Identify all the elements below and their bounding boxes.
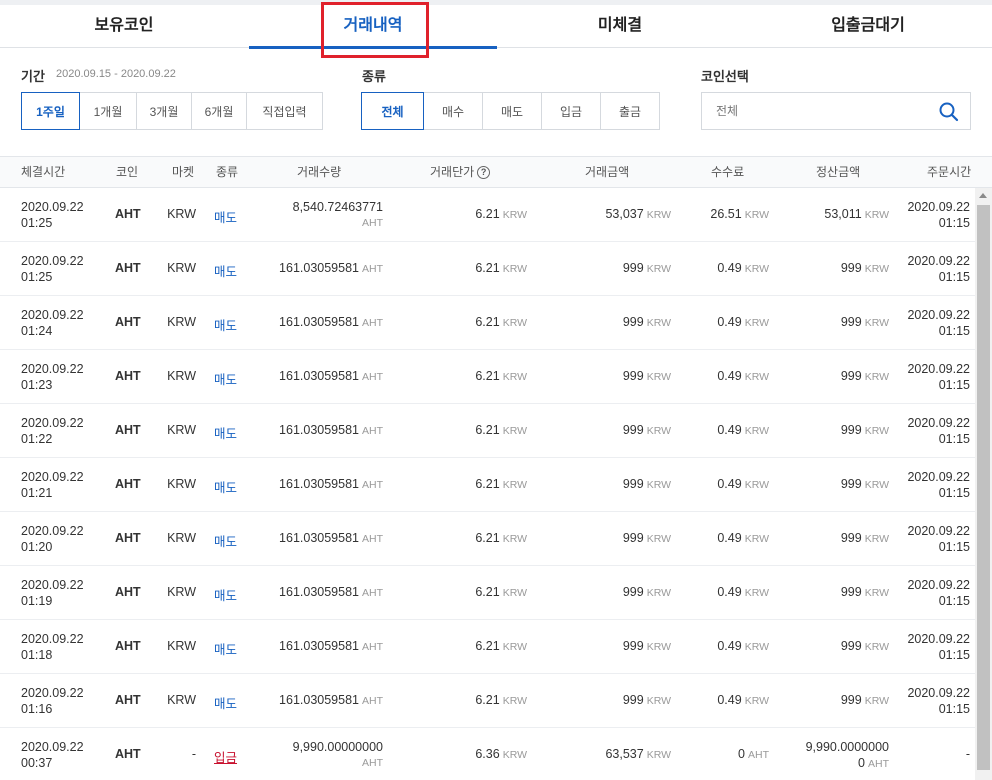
tab-open-orders[interactable]: 미체결 [496, 5, 744, 47]
period-label: 기간 [21, 69, 45, 84]
order-date: 2020.09.22 [907, 686, 970, 700]
order-time: 01:15 [938, 486, 970, 500]
order-time-cell: 2020.09.22 01:15 [0, 307, 970, 339]
period-3month-button[interactable]: 3개월 [136, 92, 192, 130]
period-6month-button[interactable]: 6개월 [191, 92, 247, 130]
period-button-group: 1주일 1개월 3개월 6개월 직접입력 [21, 92, 323, 130]
col-unit-price: 거래단가 [430, 165, 475, 179]
order-time-cell: - [965, 747, 970, 761]
table-row[interactable]: 2020.09.22 01:24 AHT KRW 매도 161.03059581 AHT 6.… [0, 296, 975, 350]
order-date: 2020.09.22 [907, 578, 970, 592]
order-time-cell: 2020.09.22 01:15 [0, 253, 970, 285]
scrollbar-thumb[interactable] [977, 205, 990, 770]
col-settlement: 정산금액 [816, 165, 861, 179]
table-row[interactable]: 2020.09.22 01:16 AHT KRW 매도 161.03059581 AHT 6.… [0, 674, 975, 728]
order-time-cell: 2020.09.22 01:15 [0, 469, 970, 501]
order-time-cell: 2020.09.22 01:15 [0, 685, 970, 717]
period-custom-button[interactable]: 직접입력 [246, 92, 323, 130]
coin-search-input[interactable] [702, 93, 932, 129]
order-time: 01:15 [938, 216, 970, 230]
order-time: 01:15 [938, 324, 970, 338]
coin-search-box [701, 92, 971, 130]
order-date: 2020.09.22 [907, 308, 970, 322]
table-row[interactable]: 2020.09.22 01:20 AHT KRW 매도 161.03059581 AHT 6.… [0, 512, 975, 566]
order-time: 01:15 [938, 270, 970, 284]
period-range: 2020.09.15 - 2020.09.22 [56, 68, 176, 80]
type-deposit-button[interactable]: 입금 [541, 92, 601, 130]
order-time-cell: 2020.09.22 01:15 [0, 523, 970, 555]
order-time: 01:15 [938, 432, 970, 446]
tab-holdings[interactable]: 보유코인 [0, 5, 248, 47]
col-type: 종류 [216, 165, 239, 179]
col-amount: 거래금액 [585, 165, 630, 179]
coin-select-label: 코인선택 [701, 69, 749, 84]
table-row[interactable]: 2020.09.22 01:18 AHT KRW 매도 161.03059581 AHT 6.… [0, 620, 975, 674]
table-header: 체결시간 코인 마켓 종류 거래수량 거래단가? 거래금액 수수료 정산금액 주… [0, 156, 992, 188]
table-row[interactable]: 2020.09.22 00:37 AHT - 입금 9,990.00000000 AHT 6.… [0, 728, 975, 780]
order-date: 2020.09.22 [907, 362, 970, 376]
period-1week-button[interactable]: 1주일 [21, 92, 80, 130]
scrollbar[interactable] [975, 188, 992, 780]
table-row[interactable]: 2020.09.22 01:22 AHT KRW 매도 161.03059581 AHT 6.… [0, 404, 975, 458]
order-time-cell: 2020.09.22 01:15 [0, 415, 970, 447]
order-time: 01:15 [938, 648, 970, 662]
col-fee: 수수료 [711, 165, 745, 179]
help-icon[interactable]: ? [477, 166, 491, 180]
order-time-cell: 2020.09.22 01:15 [0, 577, 970, 609]
type-all-button[interactable]: 전체 [361, 92, 424, 130]
col-unit-price-wrap: 거래단가? [430, 157, 491, 187]
period-1month-button[interactable]: 1개월 [79, 92, 137, 130]
table-row[interactable]: 2020.09.22 01:19 AHT KRW 매도 161.03059581 AHT 6.… [0, 566, 975, 620]
tab-pending-deposits-withdrawals[interactable]: 입출금대기 [744, 5, 992, 47]
table-body: 2020.09.22 01:25 AHT KRW 매도 8,540.72463771 AHT… [0, 188, 975, 780]
order-time-cell: 2020.09.22 01:15 [0, 361, 970, 393]
col-filled-time: 체결시간 [21, 165, 66, 179]
type-button-group: 전체 매수 매도 입금 출금 [361, 92, 660, 130]
tab-bar: 보유코인 거래내역 미체결 입출금대기 [0, 5, 992, 49]
order-date: 2020.09.22 [907, 254, 970, 268]
table-row[interactable]: 2020.09.22 01:25 AHT KRW 매도 161.03059581 AHT 6.… [0, 242, 975, 296]
type-label: 종류 [362, 69, 386, 84]
type-sell-button[interactable]: 매도 [482, 92, 542, 130]
table-row[interactable]: 2020.09.22 01:25 AHT KRW 매도 8,540.72463771 AHT… [0, 188, 975, 242]
order-date: 2020.09.22 [907, 632, 970, 646]
order-time-cell: 2020.09.22 01:15 [0, 199, 970, 231]
order-date: 2020.09.22 [907, 470, 970, 484]
type-withdraw-button[interactable]: 출금 [600, 92, 660, 130]
order-time: 01:15 [938, 378, 970, 392]
col-order-time: 주문시간 [927, 165, 972, 179]
table-row[interactable]: 2020.09.22 01:23 AHT KRW 매도 161.03059581 AHT 6.… [0, 350, 975, 404]
table-row[interactable]: 2020.09.22 01:21 AHT KRW 매도 161.03059581 AHT 6.… [0, 458, 975, 512]
order-time: 01:15 [938, 540, 970, 554]
col-market: 마켓 [172, 165, 195, 179]
order-time: 01:15 [938, 702, 970, 716]
scroll-up-arrow-icon[interactable] [979, 193, 987, 198]
order-time: 01:15 [938, 594, 970, 608]
order-time-cell: 2020.09.22 01:15 [0, 631, 970, 663]
type-buy-button[interactable]: 매수 [423, 92, 483, 130]
col-quantity: 거래수량 [297, 165, 342, 179]
order-date: 2020.09.22 [907, 200, 970, 214]
order-date: 2020.09.22 [907, 416, 970, 430]
search-icon[interactable] [938, 101, 960, 123]
col-coin: 코인 [116, 165, 139, 179]
order-date: 2020.09.22 [907, 524, 970, 538]
tab-transaction-history[interactable]: 거래내역 [249, 5, 497, 49]
